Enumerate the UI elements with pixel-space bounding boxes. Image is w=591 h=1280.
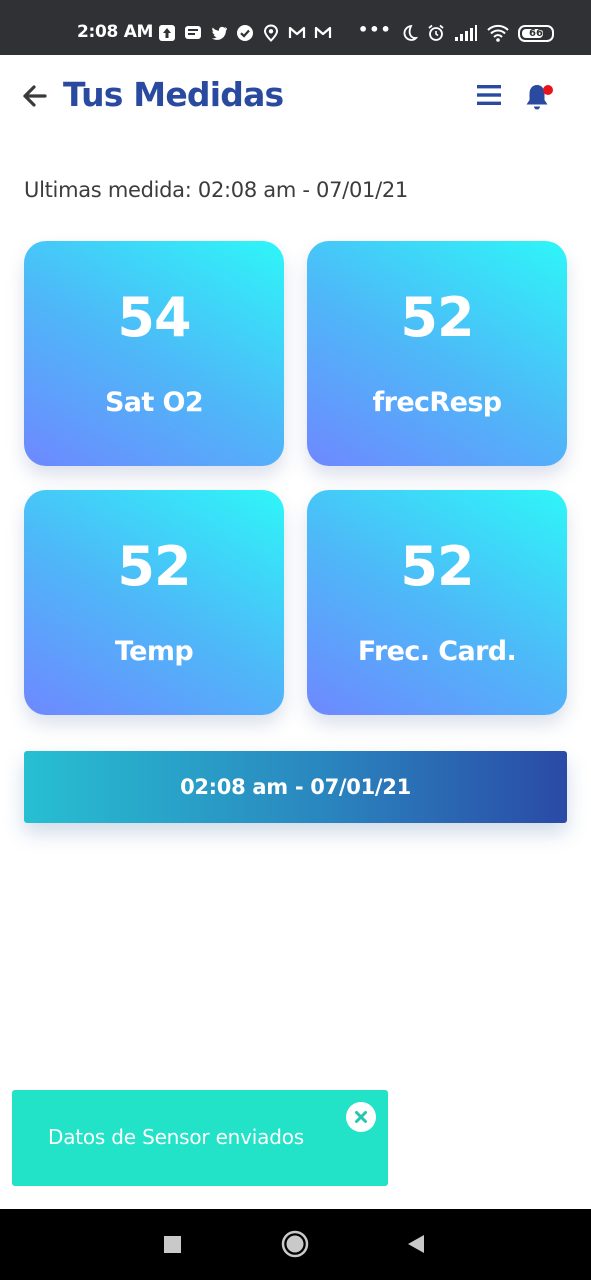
card-sat-o2[interactable]: 54 Sat O2	[24, 241, 284, 466]
battery-indicator: 66	[518, 24, 554, 42]
card-label: Sat O2	[104, 387, 204, 418]
card-temp[interactable]: 52 Temp	[24, 490, 284, 715]
alarm-icon	[428, 24, 444, 41]
card-frec-resp[interactable]: 52 frecResp	[307, 241, 567, 466]
back-arrow-icon[interactable]	[20, 82, 50, 110]
notification-bell-icon[interactable]	[522, 82, 556, 112]
card-label: frecResp	[372, 387, 502, 418]
notification-icons	[158, 24, 332, 42]
last-measure-text: Ultimas medida: 02:08 am - 07/01/21	[24, 178, 408, 202]
more-notifications-icon: •••	[358, 20, 392, 39]
status-time: 2:08 AM	[77, 22, 154, 42]
home-button[interactable]	[281, 1230, 309, 1258]
page-title: Tus Medidas	[63, 75, 284, 114]
wifi-icon	[487, 24, 509, 42]
card-value: 52	[400, 535, 474, 598]
card-value: 52	[117, 535, 191, 598]
hamburger-menu-icon[interactable]	[476, 83, 502, 107]
message-icon	[185, 26, 201, 39]
upload-icon	[159, 25, 175, 41]
card-label: Frec. Card.	[357, 636, 517, 667]
card-value: 54	[117, 286, 191, 349]
card-frec-card[interactable]: 52 Frec. Card.	[307, 490, 567, 715]
card-value: 52	[400, 286, 474, 349]
signal-icon	[455, 25, 477, 41]
moon-icon	[403, 24, 418, 41]
status-bar: 2:08 AM ••• 66	[0, 0, 591, 55]
battery-level: 66	[529, 27, 543, 39]
navigation-bar	[0, 1209, 591, 1280]
card-label: Temp	[114, 636, 194, 667]
recents-button[interactable]	[164, 1236, 181, 1253]
nav-back-button[interactable]	[405, 1233, 427, 1255]
gmail-icon-2	[314, 26, 332, 38]
toast-close-button[interactable]	[346, 1102, 376, 1132]
gmail-icon	[288, 26, 306, 38]
date-button[interactable]: 02:08 am - 07/01/21	[24, 751, 567, 823]
toast-notification: Datos de Sensor enviados	[12, 1090, 388, 1186]
system-icons: 66	[400, 24, 554, 42]
location-icon	[263, 24, 279, 42]
close-icon	[355, 1111, 367, 1123]
check-circle-icon	[237, 25, 253, 41]
twitter-icon	[211, 26, 227, 40]
toast-message: Datos de Sensor enviados	[48, 1125, 304, 1149]
